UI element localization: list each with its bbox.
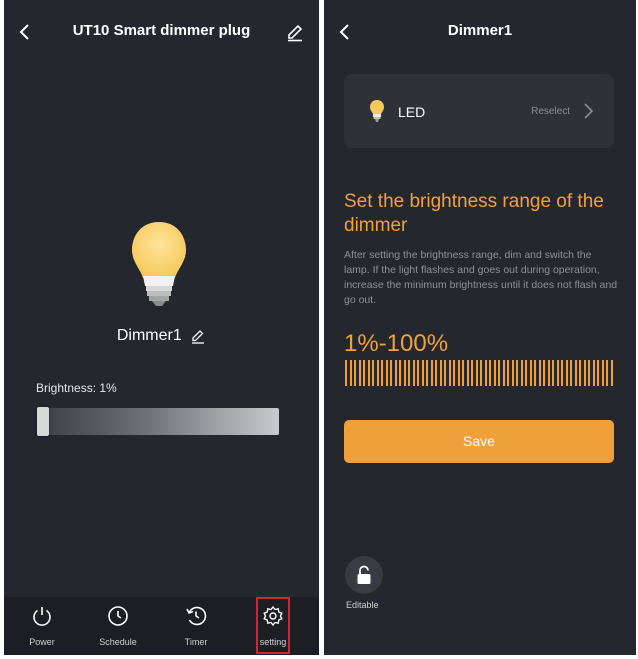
chevron-right-icon xyxy=(584,103,594,119)
lamp-type-label: LED xyxy=(398,104,426,120)
top-bar: Dimmer1 xyxy=(324,0,636,62)
range-tick xyxy=(363,360,365,386)
lamp-type-card[interactable]: LED Reselect xyxy=(344,74,614,148)
brightness-label: Brightness: 1% xyxy=(36,381,117,395)
light-bulb-icon xyxy=(370,100,384,122)
nav-power[interactable]: Power xyxy=(12,605,72,647)
range-tick xyxy=(345,360,347,386)
range-tick xyxy=(529,360,532,386)
reselect-link[interactable]: Reselect xyxy=(531,106,570,117)
range-tick xyxy=(439,360,442,386)
nav-schedule[interactable]: Schedule xyxy=(88,605,148,647)
range-tick xyxy=(525,360,527,386)
setting-highlight-box xyxy=(256,597,290,654)
nav-timer[interactable]: Timer xyxy=(166,605,226,647)
range-tick xyxy=(354,360,356,386)
range-tick xyxy=(601,360,604,386)
range-tick xyxy=(426,360,428,386)
range-tick xyxy=(448,360,451,386)
range-tick xyxy=(592,360,595,386)
editable-label: Editable xyxy=(346,600,379,610)
range-tick xyxy=(457,360,460,386)
range-tick xyxy=(597,360,599,386)
range-tick xyxy=(606,360,608,386)
range-heading: Set the brightness range of the dimmer xyxy=(344,191,604,236)
device-name-row: Dimmer1 xyxy=(4,327,319,345)
range-tick xyxy=(390,360,392,386)
range-tick xyxy=(372,360,374,386)
range-tick xyxy=(534,360,536,386)
top-bar: UT10 Smart dimmer plug xyxy=(4,0,319,62)
range-tick xyxy=(430,360,433,386)
range-tick xyxy=(417,360,419,386)
light-bulb-icon xyxy=(132,222,186,306)
range-tick xyxy=(399,360,401,386)
bottom-nav: Power Schedule Timer setting xyxy=(4,597,319,655)
range-tick xyxy=(358,360,361,386)
range-tick xyxy=(480,360,482,386)
range-tick xyxy=(574,360,577,386)
power-icon xyxy=(33,607,51,626)
editable-toggle[interactable] xyxy=(345,556,383,594)
range-tick xyxy=(471,360,473,386)
range-tick xyxy=(588,360,590,386)
range-tick xyxy=(466,360,469,386)
range-tick xyxy=(394,360,397,386)
range-tick xyxy=(381,360,383,386)
range-tick xyxy=(444,360,446,386)
page-title: UT10 Smart dimmer plug xyxy=(72,22,251,39)
range-tick xyxy=(565,360,568,386)
nav-schedule-label: Schedule xyxy=(99,637,137,647)
range-tick xyxy=(538,360,541,386)
range-tick xyxy=(453,360,455,386)
rename-pencil-icon[interactable] xyxy=(190,328,206,344)
range-tick xyxy=(610,360,613,386)
range-tick xyxy=(489,360,491,386)
range-tick xyxy=(556,360,559,386)
range-tick xyxy=(561,360,563,386)
range-tick xyxy=(385,360,388,386)
range-tick xyxy=(570,360,572,386)
save-button[interactable]: Save xyxy=(344,420,614,463)
brightness-slider-thumb[interactable] xyxy=(37,407,49,436)
range-tick xyxy=(502,360,505,386)
range-tick xyxy=(583,360,586,386)
range-tick xyxy=(421,360,424,386)
range-tick xyxy=(579,360,581,386)
range-tick xyxy=(403,360,406,386)
range-tick xyxy=(511,360,514,386)
clock-icon xyxy=(108,606,128,626)
range-tick xyxy=(376,360,379,386)
range-tick xyxy=(547,360,550,386)
range-tick xyxy=(412,360,415,386)
range-tick xyxy=(435,360,437,386)
timer-icon xyxy=(186,606,207,626)
range-tick xyxy=(498,360,500,386)
range-tick xyxy=(507,360,509,386)
range-tick xyxy=(408,360,410,386)
edit-pencil-icon[interactable] xyxy=(285,22,305,42)
page-title: Dimmer1 xyxy=(447,22,513,39)
range-tick xyxy=(520,360,523,386)
range-tick xyxy=(475,360,478,386)
nav-power-label: Power xyxy=(29,637,55,647)
range-tick xyxy=(349,360,352,386)
brightness-range-slider[interactable] xyxy=(345,360,613,386)
range-value: 1%-100% xyxy=(344,330,449,357)
nav-timer-label: Timer xyxy=(184,637,208,647)
unlock-icon xyxy=(357,565,371,584)
range-tick xyxy=(552,360,554,386)
range-tick xyxy=(484,360,487,386)
dimmer-settings-screen: Dimmer1 LED Reselect Set the brightness … xyxy=(324,0,636,655)
device-name: Dimmer1 xyxy=(116,327,182,344)
brightness-slider[interactable] xyxy=(37,407,279,436)
range-description: After setting the brightness range, dim … xyxy=(344,249,618,306)
range-tick xyxy=(462,360,464,386)
range-tick xyxy=(543,360,545,386)
dimmer-control-screen: UT10 Smart dimmer plug Dimmer1 Brightnes… xyxy=(4,0,319,655)
range-tick xyxy=(516,360,518,386)
range-tick xyxy=(367,360,370,386)
range-tick xyxy=(493,360,496,386)
